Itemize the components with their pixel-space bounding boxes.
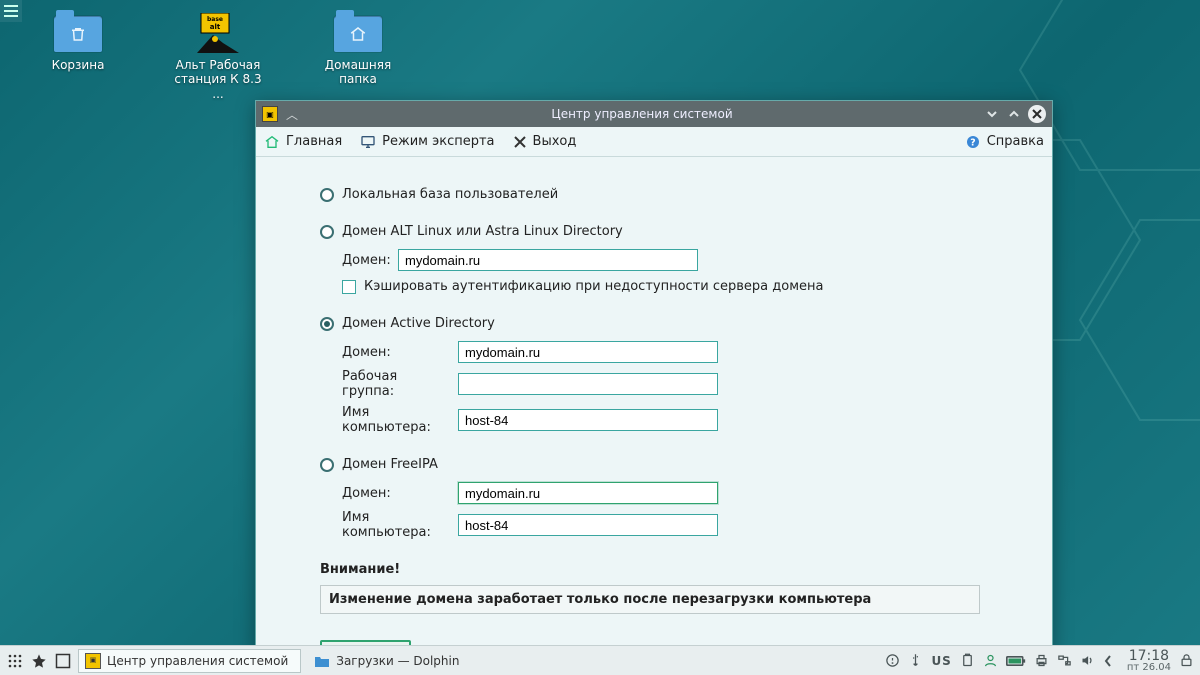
titlebar-up-icon[interactable]: ︿ [284, 106, 300, 123]
toolbar-home-label: Главная [286, 134, 342, 149]
svg-text:base: base [207, 16, 223, 23]
notice-title: Внимание! [320, 562, 1012, 577]
clock[interactable]: 17:18 пт 26.04 [1127, 649, 1171, 673]
toolbar-expert-label: Режим эксперта [382, 134, 494, 149]
task-label: Загрузки — Dolphin [336, 654, 459, 668]
desktop-icons: Корзина base alt Альт Рабочая станция К … [28, 12, 408, 101]
alt-domain-label: Домен: [342, 253, 392, 268]
home-icon [264, 134, 280, 150]
clipboard-icon[interactable] [960, 653, 975, 668]
window-title: Центр управления системой [300, 107, 984, 121]
ad-workgroup-label: Рабочая группа: [342, 369, 452, 399]
ipa-domain-label: Домен: [342, 486, 452, 501]
desktop-menu-button[interactable] [0, 0, 22, 22]
radio-ipa-label: Домен FreeIPA [342, 457, 438, 472]
close-button[interactable] [1028, 105, 1046, 123]
app-icon: ▣ [85, 653, 101, 669]
radio-local-label: Локальная база пользователей [342, 187, 558, 202]
ad-workgroup-input[interactable] [458, 373, 718, 395]
maximize-button[interactable] [1006, 106, 1022, 122]
svg-text:alt: alt [210, 23, 221, 31]
ad-domain-label: Домен: [342, 345, 452, 360]
network-icon[interactable] [1057, 653, 1072, 668]
lock-icon[interactable] [885, 653, 900, 668]
help-icon: ? [965, 134, 981, 150]
keyboard-layout[interactable]: US [931, 654, 951, 668]
app-launcher[interactable] [6, 652, 24, 670]
session-icon[interactable] [1179, 653, 1194, 668]
home-glyph-icon [334, 16, 382, 52]
basealt-logo-icon: base alt [191, 12, 245, 56]
clock-time: 17:18 [1127, 649, 1171, 663]
toolbar-help[interactable]: ? Справка [965, 134, 1044, 150]
toolbar-exit-label: Выход [533, 134, 577, 149]
cache-auth-checkbox[interactable] [342, 280, 356, 294]
toolbar-exit[interactable]: Выход [513, 134, 577, 149]
cache-auth-label: Кэшировать аутентификацию при недоступно… [364, 279, 823, 294]
task-control-center[interactable]: ▣ Центр управления системой [78, 649, 301, 673]
minimize-button[interactable] [984, 106, 1000, 122]
monitor-icon [360, 134, 376, 150]
window-titlebar[interactable]: ▣ ︿ Центр управления системой [256, 101, 1052, 127]
ad-domain-input[interactable] [458, 341, 718, 363]
taskbar: ▣ Центр управления системой Загрузки — D… [0, 645, 1200, 675]
show-desktop-icon[interactable] [54, 652, 72, 670]
radio-ad-label: Домен Active Directory [342, 316, 495, 331]
ad-hostname-input[interactable] [458, 409, 718, 431]
alt-domain-input[interactable] [398, 249, 698, 271]
desktop-icon-label: Альт Рабочая станция К 8.3 ... [168, 58, 268, 101]
printer-icon[interactable] [1034, 653, 1049, 668]
desktop-icon-label: Домашняя папка [308, 58, 408, 87]
radio-alt-label: Домен ALT Linux или Astra Linux Director… [342, 224, 623, 239]
radio-ipa[interactable] [320, 458, 334, 472]
ipa-domain-input[interactable] [458, 482, 718, 504]
home-folder-icon[interactable]: Домашняя папка [308, 12, 408, 101]
trash-glyph-icon [54, 16, 102, 52]
toolbar-expert[interactable]: Режим эксперта [360, 134, 494, 150]
toolbar-help-label: Справка [987, 134, 1044, 149]
control-center-window: ▣ ︿ Центр управления системой Главная Ре… [255, 100, 1053, 652]
usb-icon[interactable] [908, 653, 923, 668]
svg-text:?: ? [970, 137, 975, 148]
toolbar-home[interactable]: Главная [264, 134, 342, 150]
distro-icon[interactable]: base alt Альт Рабочая станция К 8.3 ... [168, 12, 268, 101]
radio-alt[interactable] [320, 225, 334, 239]
tray-chevron-icon[interactable] [1103, 654, 1113, 668]
folder-icon [314, 653, 330, 669]
notice-box: Изменение домена заработает только после… [320, 585, 980, 614]
ipa-hostname-label: Имя компьютера: [342, 510, 452, 540]
task-dolphin[interactable]: Загрузки — Dolphin [307, 649, 517, 673]
ad-hostname-label: Имя компьютера: [342, 405, 452, 435]
window-toolbar: Главная Режим эксперта Выход ? Справка [256, 127, 1052, 157]
x-icon [513, 135, 527, 149]
favorites-icon[interactable] [30, 652, 48, 670]
task-label: Центр управления системой [107, 654, 288, 668]
app-icon: ▣ [262, 106, 278, 122]
system-tray: US 17:18 пт 26.04 [885, 649, 1194, 673]
ipa-hostname-input[interactable] [458, 514, 718, 536]
radio-ad[interactable] [320, 317, 334, 331]
battery-icon[interactable] [1006, 655, 1026, 667]
clock-date: пт 26.04 [1127, 663, 1171, 673]
radio-local[interactable] [320, 188, 334, 202]
desktop-icon-label: Корзина [52, 58, 105, 72]
window-content: Локальная база пользователей Домен ALT L… [256, 157, 1052, 651]
user-icon[interactable] [983, 653, 998, 668]
trash-icon[interactable]: Корзина [28, 12, 128, 101]
volume-icon[interactable] [1080, 653, 1095, 668]
